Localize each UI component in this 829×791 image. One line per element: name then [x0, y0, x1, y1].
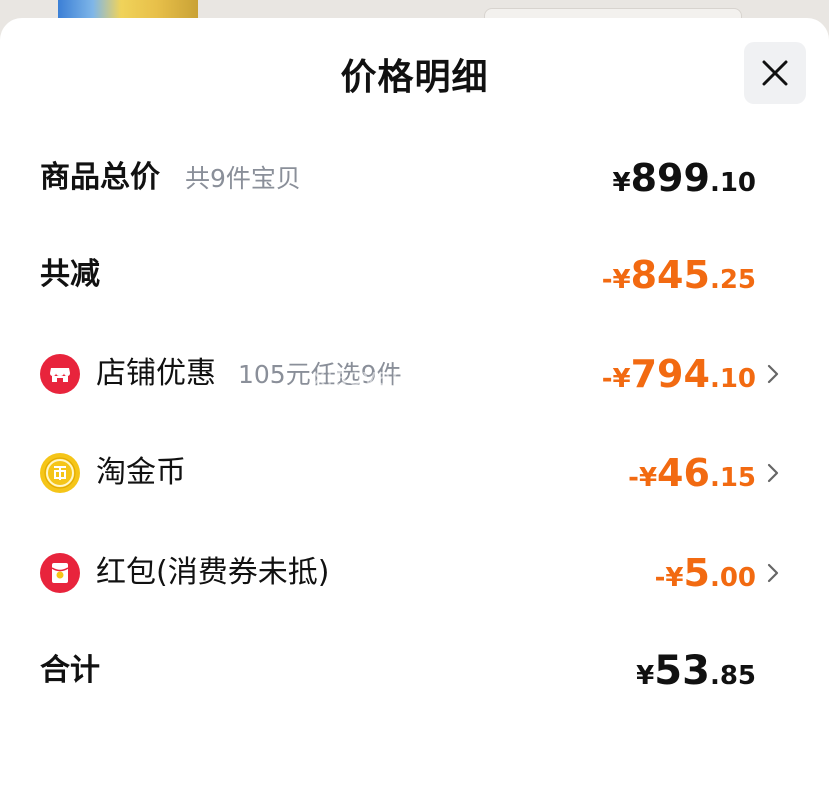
row-total-reduction: 共减 -¥845.25	[40, 245, 790, 305]
chevron-right-icon	[767, 463, 779, 483]
gold-coin-amount: -¥46.15	[628, 451, 756, 495]
close-button[interactable]	[744, 42, 806, 104]
total-reduction-amount: -¥845.25	[601, 253, 756, 297]
gold-coin-label: 淘金币	[96, 455, 186, 490]
row-total-goods: 商品总价 共9件宝贝 ¥899.10	[40, 148, 790, 208]
red-packet-amount: -¥5.00	[654, 551, 756, 595]
grand-total-label: 合计	[40, 653, 100, 688]
price-detail-sheet: 价格明细 商品总价 共9件宝贝 ¥899.10 共减 -¥845.25 店铺优惠…	[0, 18, 829, 791]
store-discount-amount: -¥794.10	[601, 352, 756, 396]
grand-total-amount: ¥53.85	[636, 648, 756, 694]
total-goods-label: 商品总价	[40, 160, 160, 195]
close-icon	[762, 60, 788, 86]
sheet-title: 价格明细	[340, 57, 489, 98]
row-grand-total: 合计 ¥53.85	[40, 641, 790, 701]
red-packet-icon	[40, 553, 80, 593]
total-goods-amount: ¥899.10	[612, 156, 756, 200]
chevron-right-icon	[767, 563, 779, 583]
row-red-packet[interactable]: 红包(消费券未抵) -¥5.00	[40, 543, 790, 603]
chevron-right-icon	[767, 364, 779, 384]
total-reduction-label: 共减	[40, 257, 100, 292]
shop-icon	[40, 354, 80, 394]
red-packet-label: 红包(消费券未抵)	[96, 555, 330, 590]
row-gold-coin[interactable]: 淘金币 -¥46.15	[40, 443, 790, 503]
watermark: xiaoyang265	[312, 363, 468, 391]
gold-coin-icon	[40, 453, 80, 493]
item-count-text: 共9件宝贝	[185, 164, 301, 193]
store-discount-label: 店铺优惠	[96, 356, 216, 391]
